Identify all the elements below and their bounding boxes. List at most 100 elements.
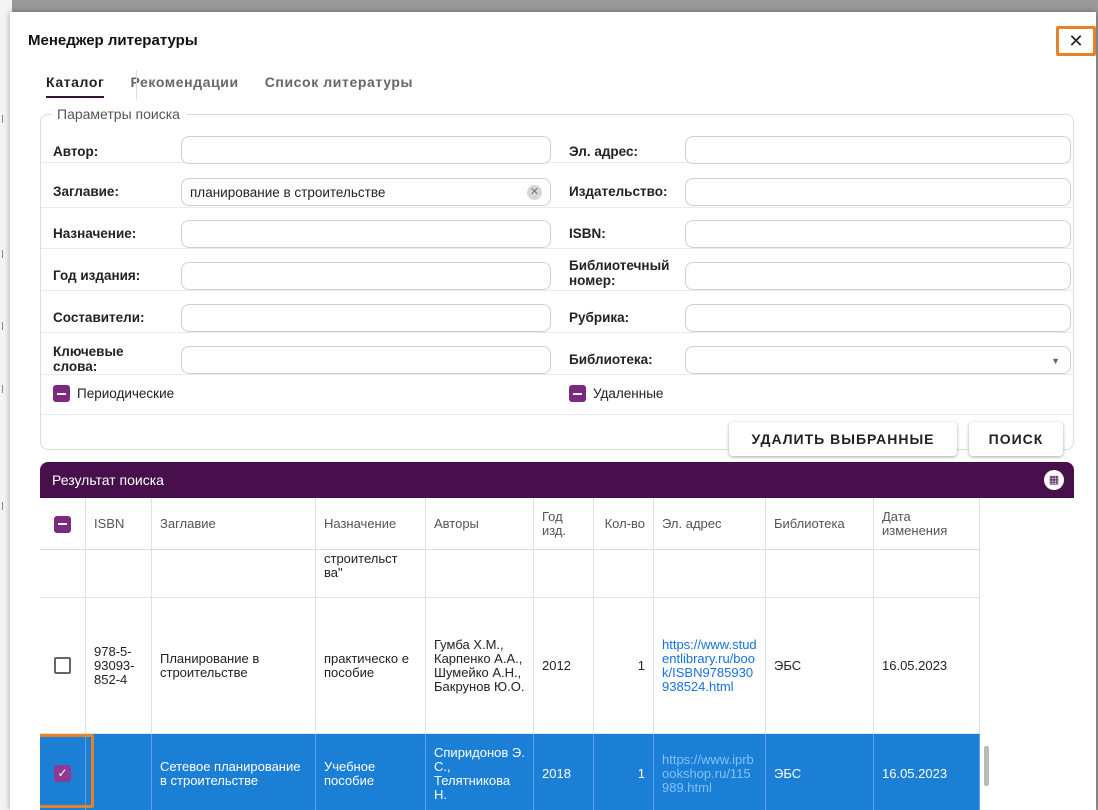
library-number-label: Библиотечный номер:	[569, 258, 670, 288]
table-scrollbar[interactable]	[984, 746, 989, 786]
title-cell	[152, 550, 316, 597]
library-cell	[766, 550, 874, 597]
url-link[interactable]: https://www.iprbookshop.ru/115989.html	[662, 752, 757, 795]
authors-cell	[426, 550, 534, 597]
title-input-value: планирование в строительстве	[190, 184, 386, 200]
count-cell: 1	[594, 598, 654, 733]
count-cell: 1	[594, 734, 654, 810]
background-mark	[2, 322, 8, 330]
url-link[interactable]: https://www.studentlibrary.ru/book/ISBN9…	[662, 637, 757, 694]
background-mark	[2, 385, 8, 393]
keywords-input[interactable]	[181, 346, 551, 374]
author-input[interactable]	[181, 136, 551, 164]
isbn-cell	[86, 550, 152, 597]
isbn-cell: 978-5-93093-852-4	[86, 598, 152, 733]
divider	[41, 414, 1073, 415]
column-header-url[interactable]: Эл. адрес	[654, 498, 766, 550]
publisher-label: Издательство:	[569, 184, 668, 199]
url-cell: https://www.iprbookshop.ru/115989.html	[654, 734, 766, 810]
background-mark	[2, 115, 8, 123]
clear-icon[interactable]: ✕	[527, 185, 542, 200]
library-label: Библиотека:	[569, 352, 653, 367]
author-label: Автор:	[53, 144, 99, 159]
close-button[interactable]: ✕	[1056, 26, 1096, 56]
row-select-cell: ✓	[40, 734, 86, 810]
table-row[interactable]: строительст ва"	[40, 550, 980, 598]
email-label: Эл. адрес:	[569, 144, 639, 159]
count-cell	[594, 550, 654, 597]
search-button[interactable]: ПОИСК	[969, 422, 1063, 456]
table-row[interactable]: 978-5-93093-852-4 Планирование в строите…	[40, 598, 980, 734]
column-header-library[interactable]: Библиотека	[766, 498, 874, 550]
row-checkbox-checked[interactable]: ✓	[54, 765, 71, 782]
url-cell: https://www.studentlibrary.ru/book/ISBN9…	[654, 598, 766, 733]
deleted-label: Удаленные	[593, 386, 664, 401]
delete-selected-button[interactable]: УДАЛИТЬ ВЫБРАННЫЕ	[729, 422, 957, 456]
results-header: Результат поиска ▦	[40, 462, 1074, 498]
column-header-isbn[interactable]: ISBN	[86, 498, 152, 550]
rubric-input[interactable]	[685, 304, 1071, 332]
purpose-cell: Учебное пособие	[316, 734, 426, 810]
tab-bibliography[interactable]: Список литературы	[265, 74, 413, 98]
periodic-checkbox[interactable]	[53, 385, 70, 402]
library-number-input[interactable]	[685, 262, 1071, 290]
close-icon: ✕	[1068, 30, 1084, 51]
row-select-cell	[40, 598, 86, 733]
url-cell	[654, 550, 766, 597]
compilers-input[interactable]	[181, 304, 551, 332]
title-input[interactable]: планирование в строительстве ✕	[181, 178, 551, 206]
title-cell: Сетевое планирование в строительстве	[152, 734, 316, 810]
tab-recommendations[interactable]: Рекомендации	[130, 74, 238, 98]
column-header-purpose[interactable]: Назначение	[316, 498, 426, 550]
tab-catalog[interactable]: Каталог	[46, 74, 105, 98]
isbn-cell	[86, 734, 152, 810]
purpose-input[interactable]	[181, 220, 551, 248]
chevron-down-icon: ▼	[1051, 356, 1060, 366]
divider	[41, 332, 1073, 333]
library-cell: ЭБС	[766, 734, 874, 810]
year-label: Год издания:	[53, 268, 141, 283]
table-row-selected[interactable]: ✓ Сетевое планирование в строительстве У…	[40, 734, 980, 810]
email-input[interactable]	[685, 136, 1071, 164]
year-cell: 2018	[534, 734, 594, 810]
divider	[41, 374, 1073, 375]
dialog-title: Менеджер литературы	[28, 32, 198, 49]
purpose-cell: практическо е пособие	[316, 598, 426, 733]
rubric-label: Рубрика:	[569, 310, 630, 325]
year-input[interactable]	[181, 262, 551, 290]
deleted-checkbox[interactable]	[569, 385, 586, 402]
publisher-input[interactable]	[685, 178, 1071, 206]
purpose-cell: строительст ва"	[316, 550, 426, 597]
library-select[interactable]: ▼	[685, 346, 1071, 374]
search-parameters-legend: Параметры поиска	[57, 106, 180, 122]
isbn-input[interactable]	[685, 220, 1071, 248]
title-label: Заглавие:	[53, 184, 119, 199]
library-cell: ЭБС	[766, 598, 874, 733]
results-title: Результат поиска	[52, 472, 164, 488]
periodic-label: Периодические	[77, 386, 175, 401]
literature-manager-dialog: Менеджер литературы ✕ Каталог Рекомендац…	[10, 12, 1096, 810]
select-all-checkbox[interactable]	[54, 515, 71, 533]
row-checkbox[interactable]	[54, 657, 71, 674]
select-all-cell	[40, 498, 86, 550]
tab-bar: Каталог Рекомендации Список литературы	[46, 74, 413, 98]
keywords-label: Ключевые слова:	[53, 344, 124, 374]
purpose-label: Назначение:	[53, 226, 137, 241]
search-parameters: Параметры поиска Автор: Эл. адрес: Загла…	[40, 106, 1074, 456]
year-cell	[534, 550, 594, 597]
export-table-icon[interactable]: ▦	[1044, 470, 1064, 490]
row-select-cell	[40, 550, 86, 597]
background-mark	[2, 502, 8, 510]
authors-cell: Спиридонов Э. С., Телятникова Н.	[426, 734, 534, 810]
date-cell: 16.05.2023	[874, 734, 980, 810]
divider	[41, 290, 1073, 291]
tab-divider	[136, 70, 137, 100]
column-header-title[interactable]: Заглавие	[152, 498, 316, 550]
table-header: ISBN Заглавие Назначение Авторы Год изд.…	[40, 498, 980, 550]
compilers-label: Составители:	[53, 310, 145, 325]
column-header-date[interactable]: Дата изменения	[874, 498, 980, 550]
column-header-count[interactable]: Кол-во	[594, 498, 654, 550]
date-cell	[874, 550, 980, 597]
column-header-year[interactable]: Год изд.	[534, 498, 594, 550]
column-header-authors[interactable]: Авторы	[426, 498, 534, 550]
